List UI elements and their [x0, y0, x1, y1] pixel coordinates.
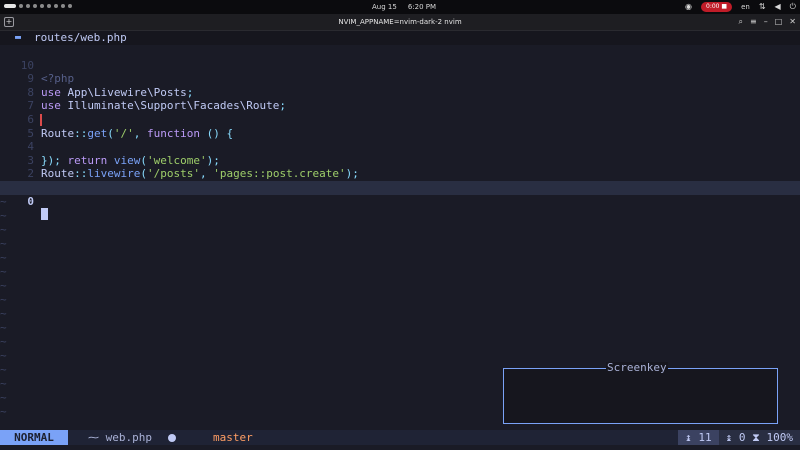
end-of-buffer-marker: ~ — [0, 391, 7, 404]
workspace-dot[interactable] — [47, 4, 51, 8]
empty-line: ~ — [0, 293, 800, 307]
empty-line: ~ — [0, 335, 800, 349]
code-line[interactable]: 5 return view('welcome'); — [0, 113, 800, 167]
end-of-buffer-marker: ~ — [0, 293, 7, 306]
hourglass-icon: ⧗ — [752, 431, 760, 444]
end-of-buffer-marker: ~ — [0, 377, 7, 390]
recording-indicator[interactable]: 0:00 ■ — [701, 2, 733, 12]
lines-icon: ↨ — [685, 431, 699, 444]
folder-icon: ▬ — [15, 32, 22, 43]
keyboard-language[interactable]: en — [741, 3, 750, 11]
code-line[interactable]: 10 <?php — [0, 45, 800, 86]
window-title: NVIM_APPNAME=nvim-dark-2 nvim — [338, 18, 462, 26]
end-of-buffer-marker: ~ — [0, 321, 7, 334]
column-value: 0 — [738, 431, 746, 444]
code-line[interactable]: 1 — [0, 167, 800, 194]
end-of-buffer-marker: ~ — [0, 363, 7, 376]
git-branch: master — [213, 430, 253, 445]
file-icon: ⁓ — [88, 431, 106, 444]
git-branch-name: master — [213, 431, 253, 444]
maximize-button[interactable]: □ — [775, 16, 783, 28]
end-of-buffer-marker: ~ — [0, 279, 7, 292]
end-of-buffer-marker: ~ — [0, 209, 7, 222]
menu-icon[interactable]: ≡ — [750, 16, 757, 28]
screencast-icon[interactable]: ◉ — [685, 2, 692, 12]
line-count: ↨ 11 — [678, 430, 719, 445]
end-of-buffer-marker: ~ — [0, 195, 7, 208]
system-tray: ◉ 0:00 ■ en ⇅ ◀ ⏻ — [685, 2, 796, 12]
code-line[interactable]: 9 use App\Livewire\Posts; — [0, 59, 800, 99]
scroll-percent: 100% — [766, 431, 794, 444]
file-path: routes/web.php — [34, 31, 127, 44]
end-of-buffer-marker: ~ — [0, 265, 7, 278]
workspace-dot[interactable] — [26, 4, 30, 8]
volume-icon[interactable]: ◀ — [775, 2, 781, 12]
network-icon[interactable]: ⇅ — [759, 2, 766, 12]
empty-line: ~ — [0, 237, 800, 251]
power-icon[interactable]: ⏻ — [790, 2, 796, 12]
end-of-buffer-marker: ~ — [0, 405, 7, 418]
window-controls: ⌕ ≡ – □ ✕ — [739, 16, 796, 28]
workspace-dot[interactable] — [33, 4, 37, 8]
end-of-buffer-marker: ~ — [0, 349, 7, 362]
code-line[interactable]: 4 }); — [0, 127, 800, 167]
line-count-value: 11 — [698, 431, 712, 444]
clock-time: 6:20 PM — [407, 3, 437, 11]
git-change-sign — [40, 114, 42, 126]
close-button[interactable]: ✕ — [789, 16, 796, 28]
end-of-buffer-marker: ~ — [0, 251, 7, 264]
code-line[interactable]: 2 Route::get('/posts-2', Posts::class); — [0, 154, 800, 194]
column-icon: ↨ — [725, 431, 739, 444]
recording-time: 0:00 — [706, 3, 720, 10]
empty-line: ~ — [0, 349, 800, 363]
empty-line: ~ — [0, 209, 800, 223]
workspace-dot[interactable] — [40, 4, 44, 8]
screenkey-title: Screenkey — [606, 361, 668, 374]
workspace-dot[interactable] — [61, 4, 65, 8]
statusline-right: ↨ 11 ↨ 0 ⧗ 100% — [678, 430, 800, 445]
end-of-buffer-marker: ~ — [0, 335, 7, 348]
empty-line: ~ — [0, 223, 800, 237]
screenkey-window: Screenkey — [503, 362, 778, 424]
clock[interactable]: Aug 15 6:20 PM — [372, 3, 436, 11]
end-of-buffer-marker: ~ — [0, 223, 7, 236]
end-of-buffer-marker: ~ — [0, 307, 7, 320]
empty-line: ~ — [0, 279, 800, 293]
empty-line: ~ — [0, 251, 800, 265]
workspace-dot[interactable] — [54, 4, 58, 8]
workspace-dot[interactable] — [19, 4, 23, 8]
search-icon[interactable]: ⌕ — [739, 16, 743, 28]
code-line[interactable]: 3 Route::livewire('/posts', 'pages::post… — [0, 140, 800, 181]
empty-line: ~ — [0, 307, 800, 321]
empty-line: ~ — [0, 195, 800, 209]
terminal-titlebar: + NVIM_APPNAME=nvim-dark-2 nvim ⌕ ≡ – □ … — [0, 14, 800, 31]
workspace-indicator[interactable] — [4, 4, 72, 8]
current-line[interactable]: 0 — [0, 181, 800, 221]
empty-line: ~ — [0, 321, 800, 335]
empty-line: ~ — [0, 265, 800, 279]
code-line[interactable]: 8 use Illuminate\Support\Facades\Route; — [0, 72, 800, 113]
minimize-button[interactable]: – — [764, 16, 768, 28]
statusline-filename: web.php — [105, 431, 152, 444]
command-line[interactable] — [0, 445, 800, 450]
code-line[interactable]: 6 Route::get('/', function () { — [0, 99, 800, 140]
system-top-bar: Aug 15 6:20 PM ◉ 0:00 ■ en ⇅ ◀ ⏻ — [0, 0, 800, 14]
end-of-buffer-marker: ~ — [0, 237, 7, 250]
workspace-dot[interactable] — [68, 4, 72, 8]
cursor-position: ↨ 0 ⧗ 100% — [718, 430, 800, 445]
unsaved-indicator — [168, 434, 176, 442]
nvim-winbar: ▬ routes/web.php — [0, 31, 800, 45]
clock-date: Aug 15 — [372, 3, 397, 11]
code-line[interactable]: 7 — [0, 86, 800, 112]
mode-indicator: NORMAL — [0, 430, 68, 445]
statusline-file: ⁓ web.php — [88, 430, 152, 445]
workspace-active-dot[interactable] — [4, 4, 16, 8]
statusline: NORMAL ⁓ web.php master ↨ 11 ↨ 0 ⧗ 100% — [0, 430, 800, 445]
